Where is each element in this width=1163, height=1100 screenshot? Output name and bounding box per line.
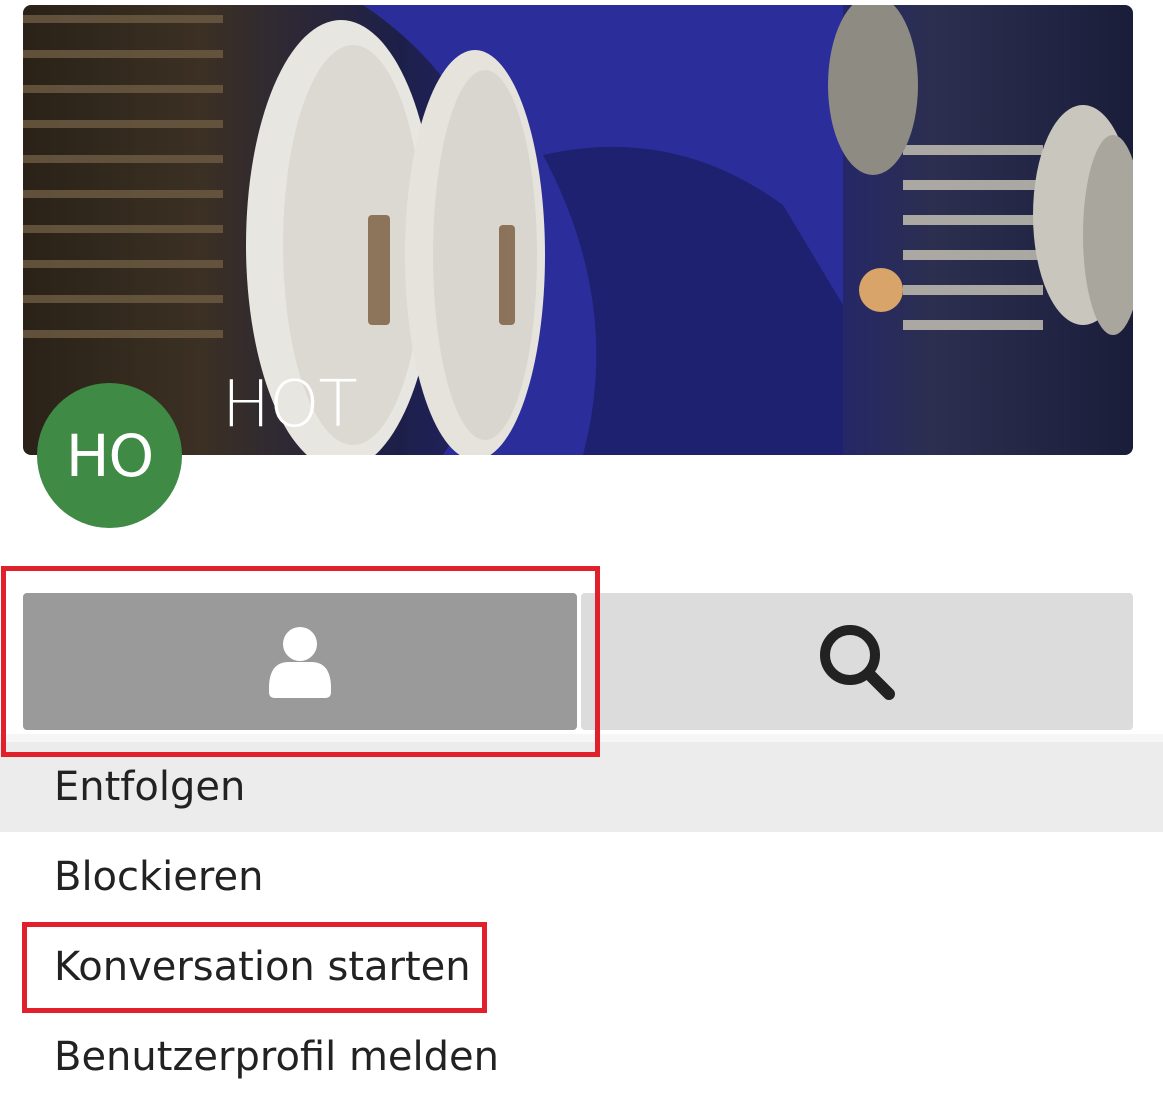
highlight-profile-tab bbox=[1, 566, 600, 757]
profile-name: HOT bbox=[222, 368, 358, 442]
highlight-start-conversation bbox=[22, 922, 487, 1013]
menu-item-block[interactable]: Blockieren bbox=[0, 832, 1163, 922]
search-icon bbox=[820, 624, 895, 700]
cover-photo-illustration bbox=[23, 5, 1133, 455]
profile-actions-menu: Entfolgen Blockieren Konversation starte… bbox=[0, 742, 1163, 1100]
menu-item-report-profile[interactable]: Benutzerprofil melden bbox=[0, 1012, 1163, 1100]
cover-photo: HOT bbox=[23, 5, 1133, 455]
avatar[interactable]: HO bbox=[37, 383, 182, 528]
tab-search[interactable] bbox=[581, 593, 1133, 730]
profile-page: HOT HO Entfolgen Blockieren Konversation… bbox=[0, 0, 1163, 1100]
